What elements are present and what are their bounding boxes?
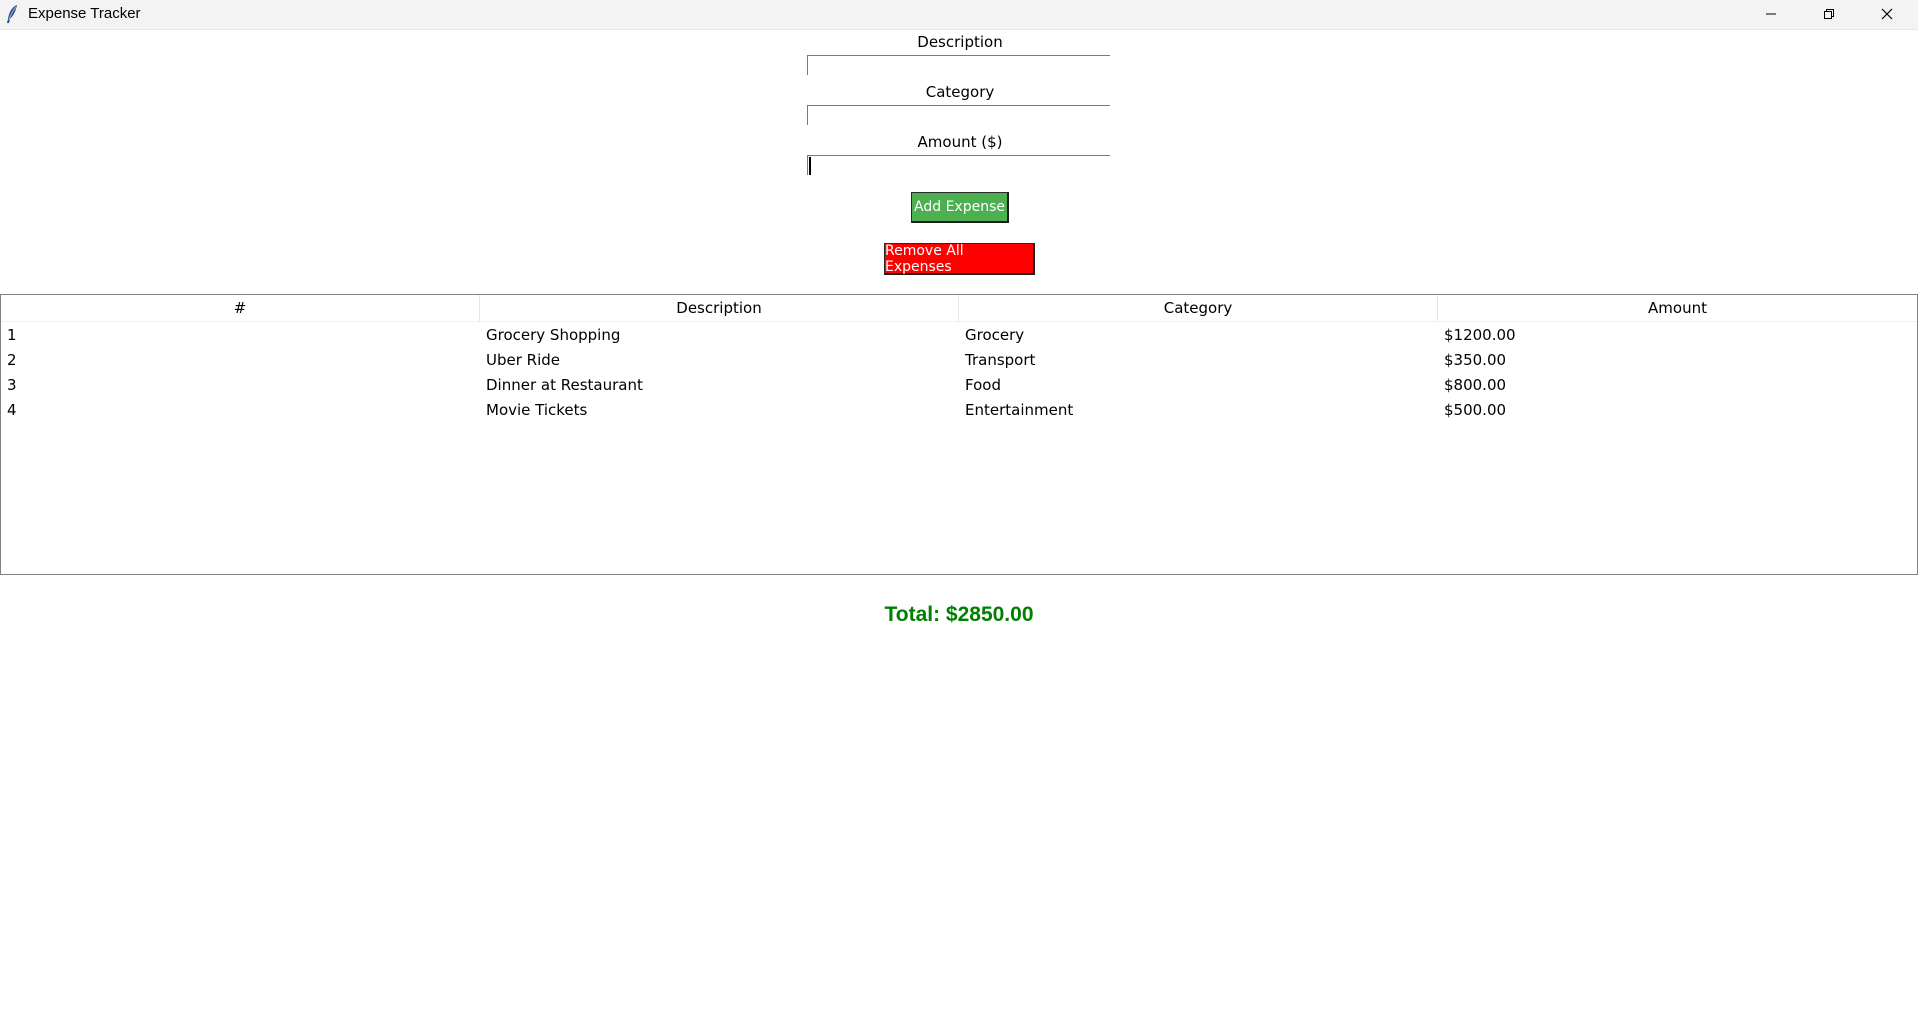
column-header-number[interactable]: # <box>1 295 480 322</box>
description-label: Description <box>917 33 1003 51</box>
expense-table[interactable]: # Description Category Amount 1 Grocery … <box>0 294 1918 575</box>
total-label: Total: $2850.00 <box>884 603 1034 626</box>
title-bar: Expense Tracker <box>0 0 1918 30</box>
restore-icon <box>1823 5 1835 24</box>
cell-number: 3 <box>7 376 17 394</box>
table-row[interactable]: 1 Grocery Shopping Grocery $1200.00 <box>1 323 1917 348</box>
close-icon <box>1881 5 1893 24</box>
window-title: Expense Tracker <box>28 5 141 22</box>
column-header-category[interactable]: Category <box>959 295 1438 322</box>
column-header-description[interactable]: Description <box>480 295 959 322</box>
description-input[interactable] <box>807 55 1110 75</box>
category-label: Category <box>925 83 995 101</box>
feather-icon <box>4 4 22 24</box>
table-header: # Description Category Amount <box>1 295 1917 322</box>
text-caret <box>809 157 811 175</box>
minimize-icon <box>1765 5 1777 24</box>
cell-number: 4 <box>7 401 17 419</box>
maximize-button[interactable] <box>1800 0 1858 29</box>
cell-number: 1 <box>7 326 17 344</box>
cell-category: Food <box>965 376 1001 394</box>
minimize-button[interactable] <box>1742 0 1800 29</box>
cell-description: Grocery Shopping <box>486 326 621 344</box>
cell-category: Grocery <box>965 326 1025 344</box>
cell-amount: $350.00 <box>1444 351 1507 369</box>
cell-category: Transport <box>965 351 1036 369</box>
table-row[interactable]: 2 Uber Ride Transport $350.00 <box>1 348 1917 373</box>
column-header-amount[interactable]: Amount <box>1438 295 1917 322</box>
amount-input[interactable] <box>807 155 1110 175</box>
add-expense-button[interactable]: Add Expense <box>911 192 1009 223</box>
cell-description: Movie Tickets <box>486 401 588 419</box>
table-row[interactable]: 3 Dinner at Restaurant Food $800.00 <box>1 373 1917 398</box>
cell-category: Entertainment <box>965 401 1074 419</box>
remove-all-expenses-button[interactable]: Remove All Expenses <box>884 243 1035 275</box>
category-input[interactable] <box>807 105 1110 125</box>
cell-description: Dinner at Restaurant <box>486 376 643 394</box>
cell-description: Uber Ride <box>486 351 561 369</box>
cell-number: 2 <box>7 351 17 369</box>
cell-amount: $800.00 <box>1444 376 1507 394</box>
cell-amount: $500.00 <box>1444 401 1507 419</box>
cell-amount: $1200.00 <box>1444 326 1516 344</box>
amount-label: Amount ($) <box>917 133 1003 151</box>
close-button[interactable] <box>1858 0 1916 29</box>
app-window: Expense Tracker Description Category Amo… <box>0 0 1918 1017</box>
table-row[interactable]: 4 Movie Tickets Entertainment $500.00 <box>1 398 1917 423</box>
